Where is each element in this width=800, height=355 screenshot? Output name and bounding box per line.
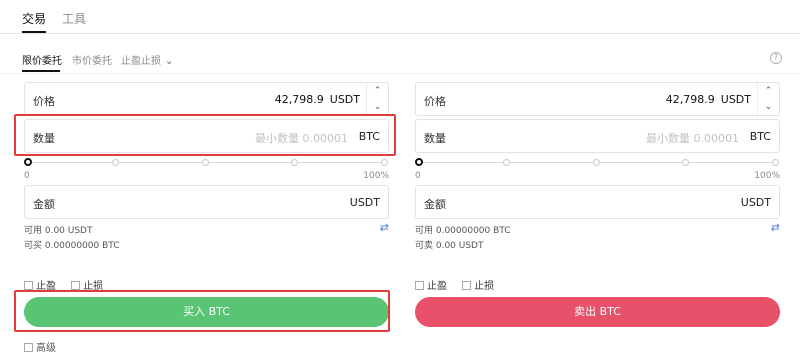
buy-price-unit: USDT [329,93,360,106]
slider-mark-100[interactable] [772,159,779,166]
buy-price-number: 42,798.9 [274,93,324,106]
slider-min-label: 0 [24,171,30,181]
sell-price-number: 42,798.9 [665,93,715,106]
slider-mark-75[interactable] [291,159,298,166]
checkbox-icon [462,281,472,290]
checkbox-icon [24,281,33,290]
swap-icon[interactable]: ⇄ [771,221,780,234]
sell-price-field[interactable]: 价格 42,798.9 USDT ⌃ ⌄ [415,82,780,116]
sell-take-profit-label: 止盈 [427,281,447,292]
slider-mark-75[interactable] [682,159,689,166]
active-tab-indicator [22,31,46,33]
chevron-up-icon[interactable]: ⌃ [367,83,388,99]
tab-stop-order[interactable]: 止盈止损 ⌄ [121,52,173,67]
tab-market-order[interactable]: 市价委托 [72,52,112,67]
buy-amount-slider[interactable]: 0 100% [24,158,389,182]
sell-stop-loss-label: 止损 [474,281,495,292]
chevron-down-icon[interactable]: ⌄ [367,99,388,115]
checkbox-icon [415,281,424,290]
sell-price-stepper: ⌃ ⌄ [757,83,779,115]
sell-quantity-placeholder: 最小数量 0.00001 [646,132,739,145]
chevron-up-icon[interactable]: ⌃ [758,83,779,99]
sell-price-label: 价格 [424,95,446,108]
advanced-option-partial[interactable]: 高级 [24,339,56,354]
buy-can-buy: 可买 0.00000000 BTC [24,241,120,251]
sell-amount-slider[interactable]: 0 100% [415,158,780,182]
tab-trade[interactable]: 交易 [22,10,46,27]
sell-amount-label: 金额 [424,198,446,211]
sell-amount-unit: USDT [740,196,771,209]
sell-available: 可用 0.00000000 BTC [415,226,511,236]
sell-quantity-unit: BTC [749,130,771,143]
slider-max-label: 100% [363,171,389,181]
sell-quantity-field[interactable]: 数量 最小数量 0.00001 BTC [415,119,780,153]
advanced-option-label: 高级 [36,343,56,354]
sell-button[interactable]: 卖出 BTC [415,297,780,327]
quantity-highlight-box [14,114,396,156]
slider-mark-25[interactable] [503,159,510,166]
buy-price-value[interactable]: 42,798.9 USDT [275,93,360,106]
slider-handle[interactable] [24,158,32,166]
slider-min-label: 0 [415,171,421,181]
slider-mark-50[interactable] [202,159,209,166]
sell-can-sell: 可卖 0.00 USDT [415,241,484,251]
tab-tools[interactable]: 工具 [62,10,86,27]
slider-max-label: 100% [754,171,780,181]
sell-price-value[interactable]: 42,798.9 USDT [666,93,751,106]
sell-quantity-label: 数量 [424,132,446,145]
buy-button-highlight-box [14,290,390,332]
sell-amount-field[interactable]: 金额 USDT [415,185,780,219]
sell-stop-loss-checkbox[interactable]: 止损 [462,281,494,292]
tab-limit-order[interactable]: 限价委托 [22,52,62,67]
buy-amount-unit: USDT [349,196,380,209]
sell-price-unit: USDT [720,93,751,106]
order-type-tabs: 限价委托 市价委托 止盈止损 ⌄ [0,40,800,74]
order-tab-indicator [22,70,60,72]
buy-amount-field[interactable]: 金额 USDT [24,185,389,219]
slider-mark-50[interactable] [593,159,600,166]
buy-price-label: 价格 [33,95,55,108]
checkbox-icon [24,343,33,352]
sell-tp-sl: 止盈 止损 [415,277,506,292]
buy-price-field[interactable]: 价格 42,798.9 USDT ⌃ ⌄ [24,82,389,116]
sell-take-profit-checkbox[interactable]: 止盈 [415,281,447,292]
buy-price-stepper: ⌃ ⌄ [366,83,388,115]
chevron-down-icon: ⌄ [165,56,174,67]
sell-panel: 价格 42,798.9 USDT ⌃ ⌄ 数量 最小数量 0.00001 BTC … [415,82,780,352]
chevron-down-icon[interactable]: ⌄ [758,99,779,115]
buy-tp-sl: 止盈 止损 [24,277,115,292]
slider-handle[interactable] [415,158,423,166]
help-icon[interactable]: ? [770,52,782,64]
buy-amount-label: 金额 [33,198,55,211]
slider-mark-100[interactable] [381,159,388,166]
buy-available: 可用 0.00 USDT [24,226,93,236]
slider-mark-25[interactable] [112,159,119,166]
swap-icon[interactable]: ⇄ [380,221,389,234]
tab-stop-label: 止盈止损 [121,56,161,67]
top-tabs: 交易 工具 [0,0,800,34]
checkbox-icon [71,281,81,290]
